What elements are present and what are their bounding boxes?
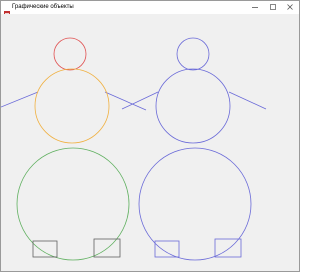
right-arm-right (228, 91, 267, 110)
maximize-icon (270, 4, 276, 10)
right-arm-left (121, 91, 159, 110)
app-form-icon (4, 4, 10, 17)
left-foot-left (32, 240, 58, 258)
graphics-drawing (1, 37, 267, 261)
right-snowman (121, 37, 267, 261)
left-base (16, 147, 130, 261)
app-window: Графические объекты (0, 0, 300, 272)
left-snowman (1, 37, 147, 261)
right-foot-left (154, 240, 180, 258)
title-bar[interactable]: Графические объекты (1, 1, 299, 17)
right-head (176, 37, 210, 71)
close-button[interactable] (282, 1, 298, 14)
minimize-button[interactable] (247, 1, 263, 14)
left-head (53, 37, 87, 71)
right-body (155, 68, 231, 144)
left-body (34, 68, 110, 144)
maximize-button[interactable] (265, 1, 281, 14)
left-arm-left (1, 91, 39, 108)
minimize-icon (252, 7, 258, 8)
right-base (138, 147, 252, 261)
close-icon (287, 4, 293, 10)
drawing-canvas (1, 14, 299, 271)
window-title: Графические объекты (12, 4, 74, 10)
